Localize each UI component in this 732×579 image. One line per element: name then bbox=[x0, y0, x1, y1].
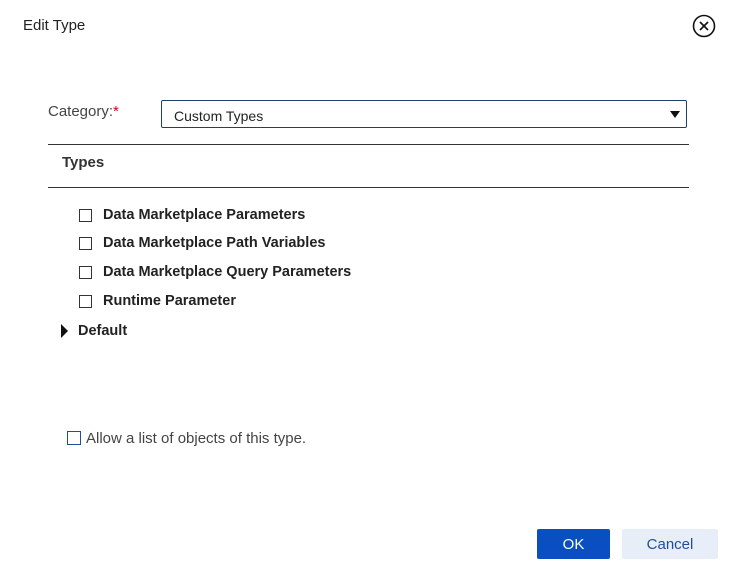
close-icon[interactable] bbox=[692, 14, 716, 38]
types-header: Types bbox=[62, 154, 105, 171]
edit-type-dialog: Edit Type Category:* Custom Types Types … bbox=[0, 0, 732, 579]
allow-list-checkbox[interactable] bbox=[67, 431, 81, 445]
type-item-data-marketplace-query-parameters[interactable]: Data Marketplace Query Parameters bbox=[79, 262, 351, 282]
type-checkbox[interactable] bbox=[79, 294, 92, 308]
type-item-data-marketplace-path-variables[interactable]: Data Marketplace Path Variables bbox=[79, 233, 325, 253]
types-bottom-divider bbox=[48, 187, 689, 188]
category-label: Category:* bbox=[48, 103, 119, 120]
type-checkbox[interactable] bbox=[79, 236, 92, 250]
type-item-label: Data Marketplace Parameters bbox=[103, 207, 306, 223]
dialog-title: Edit Type bbox=[23, 17, 86, 34]
type-item-data-marketplace-parameters[interactable]: Data Marketplace Parameters bbox=[79, 205, 305, 225]
allow-list-option[interactable]: Allow a list of objects of this type. bbox=[67, 428, 306, 448]
category-select-value: Custom Types bbox=[174, 108, 264, 124]
ok-button[interactable]: OK bbox=[537, 529, 610, 559]
type-item-label: Runtime Parameter bbox=[103, 293, 236, 309]
types-top-divider bbox=[48, 144, 689, 145]
tree-node-label: Default bbox=[78, 323, 128, 339]
allow-list-label: Allow a list of objects of this type. bbox=[86, 429, 307, 447]
required-marker: * bbox=[113, 103, 119, 120]
type-item-runtime-parameter[interactable]: Runtime Parameter bbox=[79, 291, 236, 311]
type-checkbox[interactable] bbox=[79, 208, 92, 222]
tree-node-default[interactable]: Default bbox=[61, 321, 127, 341]
type-item-label: Data Marketplace Path Variables bbox=[103, 235, 326, 251]
category-select[interactable]: Custom Types bbox=[161, 100, 687, 128]
cancel-button[interactable]: Cancel bbox=[622, 529, 718, 559]
type-item-label: Data Marketplace Query Parameters bbox=[103, 264, 352, 280]
caret-down-icon bbox=[670, 111, 680, 118]
caret-right-icon[interactable] bbox=[61, 324, 68, 338]
category-label-text: Category: bbox=[48, 103, 114, 120]
type-checkbox[interactable] bbox=[79, 265, 92, 279]
